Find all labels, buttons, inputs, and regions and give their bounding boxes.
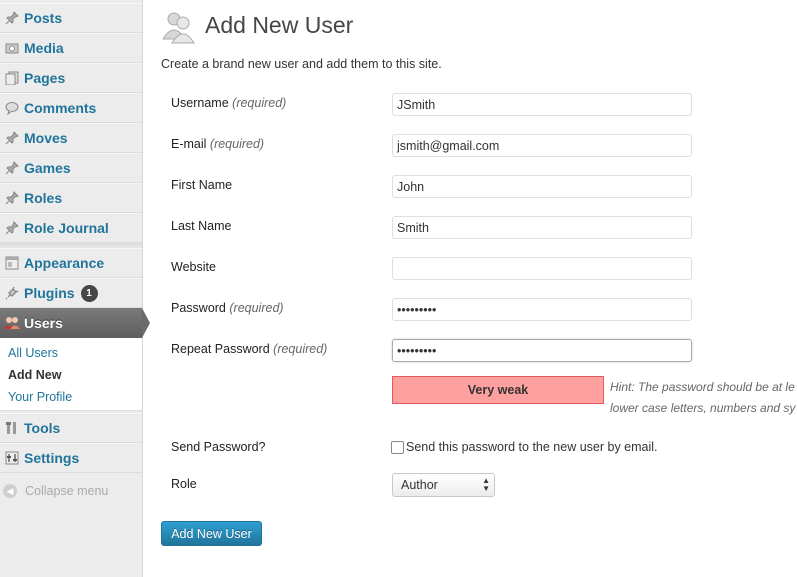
last-name-label: Last Name bbox=[171, 219, 232, 233]
users-icon bbox=[4, 315, 20, 331]
comment-icon bbox=[4, 100, 20, 116]
admin-sidebar: Posts Media Pages Comments Moves Games R… bbox=[0, 0, 150, 577]
menu-item-moves[interactable]: Moves bbox=[0, 123, 142, 153]
pin-icon bbox=[4, 160, 20, 176]
password-strength-indicator: Very weak bbox=[392, 376, 604, 404]
submenu-add-new[interactable]: Add New bbox=[8, 368, 61, 382]
menu-item-settings[interactable]: Settings bbox=[0, 443, 142, 473]
menu-label: Comments bbox=[24, 100, 97, 116]
repeat-password-label: Repeat Password (required) bbox=[171, 342, 328, 356]
appearance-icon bbox=[4, 255, 20, 271]
pin-icon bbox=[4, 220, 20, 236]
menu-item-games[interactable]: Games bbox=[0, 153, 142, 183]
menu-item-media[interactable]: Media bbox=[0, 33, 142, 63]
website-label: Website bbox=[171, 260, 216, 274]
active-arrow bbox=[142, 308, 150, 338]
menu-item-users[interactable]: Users bbox=[0, 308, 150, 338]
password-label: Password (required) bbox=[171, 301, 284, 315]
pin-icon bbox=[4, 130, 20, 146]
menu-item-role-journal[interactable]: Role Journal bbox=[0, 213, 142, 243]
menu-label: Moves bbox=[24, 130, 68, 146]
settings-icon bbox=[4, 450, 20, 466]
role-label: Role bbox=[171, 477, 197, 491]
first-name-label: First Name bbox=[171, 178, 233, 192]
send-password-checkbox[interactable] bbox=[391, 441, 404, 454]
select-arrows-icon: ▲ ▼ bbox=[482, 476, 490, 493]
menu-item-pages[interactable]: Pages bbox=[0, 63, 142, 93]
menu-label: Settings bbox=[24, 450, 80, 466]
send-password-label: Send Password? bbox=[171, 440, 266, 454]
last-name-input[interactable] bbox=[392, 216, 692, 239]
menu-label: Posts bbox=[24, 10, 63, 26]
users-page-icon bbox=[161, 9, 197, 45]
password-hint-line: lower case letters, numbers and sy bbox=[610, 401, 796, 415]
menu-label: Role Journal bbox=[24, 220, 109, 236]
media-icon bbox=[4, 40, 20, 56]
collapse-menu-label: Collapse menu bbox=[25, 484, 109, 498]
repeat-password-input[interactable] bbox=[392, 339, 692, 362]
plugin-icon bbox=[4, 285, 20, 301]
menu-label: Roles bbox=[24, 190, 63, 206]
menu-item-plugins[interactable]: Plugins 1 bbox=[0, 278, 142, 308]
menu-item-posts[interactable]: Posts bbox=[0, 3, 142, 33]
update-count-badge: 1 bbox=[80, 284, 98, 302]
email-label: E-mail (required) bbox=[171, 137, 265, 151]
tools-icon bbox=[4, 420, 20, 436]
username-label: Username (required) bbox=[171, 96, 287, 110]
users-submenu: All Users Add New Your Profile bbox=[0, 338, 142, 411]
send-password-checkbox-label[interactable]: Send this password to the new user by em… bbox=[406, 440, 658, 454]
menu-label: Pages bbox=[24, 70, 66, 86]
password-hint: Hint: The password should be at le lower… bbox=[610, 377, 797, 419]
role-select[interactable]: Author ▲ ▼ bbox=[392, 473, 495, 497]
password-input[interactable] bbox=[392, 298, 692, 321]
first-name-input[interactable] bbox=[392, 175, 692, 198]
password-hint-line: Hint: The password should be at le bbox=[610, 380, 795, 394]
submenu-your-profile[interactable]: Your Profile bbox=[8, 390, 72, 404]
menu-item-tools[interactable]: Tools bbox=[0, 413, 142, 443]
collapse-arrow-icon: ◀ bbox=[3, 484, 17, 498]
add-new-user-button[interactable]: Add New User bbox=[161, 521, 262, 546]
pin-icon bbox=[4, 190, 20, 206]
submenu-all-users[interactable]: All Users bbox=[8, 346, 58, 360]
menu-item-appearance[interactable]: Appearance bbox=[0, 248, 142, 278]
menu-label: Appearance bbox=[24, 255, 105, 271]
menu-label: Plugins bbox=[24, 285, 75, 301]
username-input[interactable] bbox=[392, 93, 692, 116]
page-title: Add New User bbox=[205, 12, 354, 38]
email-input[interactable] bbox=[392, 134, 692, 157]
menu-item-roles[interactable]: Roles bbox=[0, 183, 142, 213]
menu-label: Games bbox=[24, 160, 71, 176]
pin-icon bbox=[4, 10, 20, 26]
pages-icon bbox=[4, 70, 20, 86]
menu-label: Tools bbox=[24, 420, 61, 436]
menu-item-comments[interactable]: Comments bbox=[0, 93, 142, 123]
website-input[interactable] bbox=[392, 257, 692, 280]
role-select-value: Author bbox=[401, 478, 438, 492]
collapse-menu-button[interactable]: ◀ Collapse menu bbox=[0, 480, 142, 502]
menu-label: Users bbox=[24, 315, 63, 331]
page-description: Create a brand new user and add them to … bbox=[161, 57, 442, 71]
menu-label: Media bbox=[24, 40, 64, 56]
